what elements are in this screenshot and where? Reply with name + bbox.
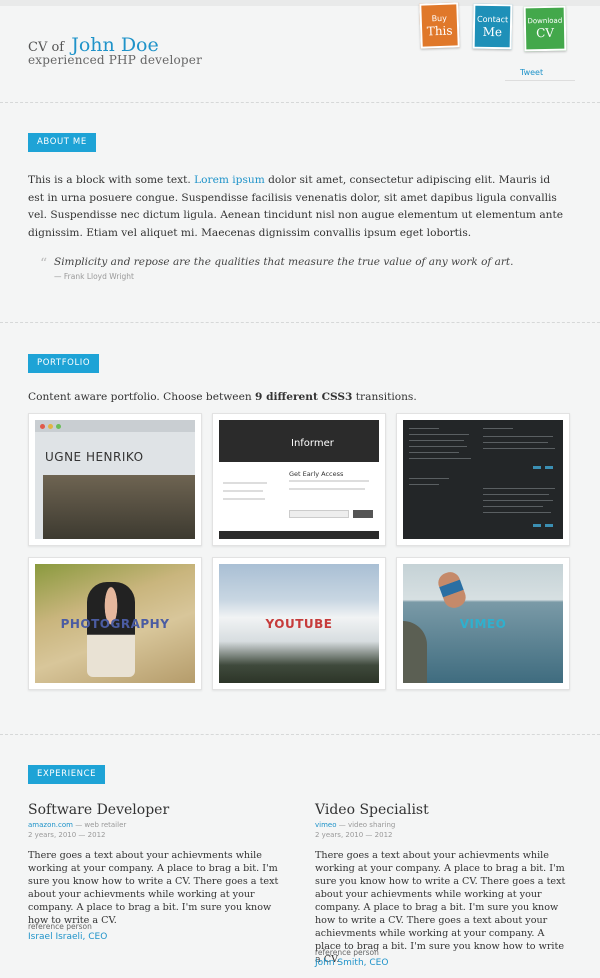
portfolio-item-photography[interactable]: PHOTOGRAPHY bbox=[28, 557, 202, 690]
text-line bbox=[409, 428, 439, 429]
henriko-thumbnail: UGNE HENRIKO bbox=[35, 420, 195, 539]
text-line bbox=[409, 434, 469, 435]
about-text: This is a block with some text. Lorem ip… bbox=[28, 172, 568, 242]
informer-footer bbox=[219, 531, 379, 539]
text-line bbox=[483, 500, 553, 501]
reference-name-link[interactable]: Israel Israeli, CEO bbox=[28, 932, 107, 942]
youtube-thumbnail: YOUTUBE bbox=[219, 564, 379, 683]
informer-cta: Get Early Access bbox=[289, 470, 344, 478]
reference-label: reference person bbox=[28, 922, 92, 931]
photography-caption: PHOTOGRAPHY bbox=[60, 616, 170, 631]
contact-big-label: Me bbox=[482, 24, 503, 40]
job-period: 2 years, 2010 — 2012 bbox=[315, 831, 393, 839]
tweet-link[interactable]: Tweet bbox=[520, 68, 543, 77]
portfolio-intro-bold: 9 different CSS3 bbox=[255, 391, 353, 403]
job-title: Video Specialist bbox=[315, 802, 429, 818]
text-line bbox=[483, 506, 543, 507]
portfolio-intro: Content aware portfolio. Choose between … bbox=[28, 391, 417, 403]
portfolio-item-youtube[interactable]: YOUTUBE bbox=[212, 557, 386, 690]
job-role: — web retailer bbox=[72, 821, 127, 829]
text-line bbox=[289, 480, 369, 482]
experience-label: EXPERIENCE bbox=[28, 765, 106, 784]
text-line bbox=[483, 448, 555, 449]
buy-small-label: Buy bbox=[431, 13, 448, 24]
text-line bbox=[483, 512, 551, 513]
portfolio-item-informer[interactable]: Informer Get Early Access bbox=[212, 413, 386, 546]
text-line bbox=[409, 478, 449, 479]
text-line bbox=[289, 488, 365, 490]
text-line bbox=[483, 488, 555, 489]
contact-me-button[interactable]: Contact Me bbox=[472, 3, 513, 50]
job-period: 2 years, 2010 — 2012 bbox=[28, 831, 106, 839]
portfolio-item-dark-site[interactable] bbox=[396, 413, 570, 546]
jumper-figure bbox=[435, 569, 469, 611]
job-description: There goes a text about your achievments… bbox=[28, 850, 279, 926]
tweet-divider bbox=[505, 80, 575, 81]
youtube-caption: YOUTUBE bbox=[265, 616, 333, 631]
reference-label: reference person bbox=[315, 948, 379, 957]
vimeo-caption: VIMEO bbox=[459, 616, 507, 631]
text-line bbox=[483, 428, 513, 429]
job-title: Software Developer bbox=[28, 802, 170, 818]
reference-name-link[interactable]: John Smith, CEO bbox=[315, 958, 388, 968]
portfolio-label: PORTFOLIO bbox=[28, 354, 100, 373]
buy-big-label: This bbox=[426, 23, 453, 39]
text-line bbox=[409, 458, 471, 459]
job-company-link[interactable]: amazon.com bbox=[28, 821, 73, 829]
text-line bbox=[409, 484, 439, 485]
tagline: experienced PHP developer bbox=[28, 53, 203, 67]
quote-icon: “ bbox=[40, 256, 48, 272]
accent-mark bbox=[533, 524, 541, 527]
portfolio-intro-end: transitions. bbox=[352, 391, 417, 403]
portfolio-intro-start: Content aware portfolio. Choose between bbox=[28, 391, 256, 403]
informer-thumbnail: Informer Get Early Access bbox=[219, 420, 379, 539]
quote-author: — Frank Lloyd Wright bbox=[54, 272, 134, 281]
text-line bbox=[409, 452, 459, 453]
job-meta: vimeo — video sharing 2 years, 2010 — 20… bbox=[315, 820, 395, 840]
download-big-label: CV bbox=[536, 25, 555, 41]
page-header: CV of John Doe experienced PHP developer… bbox=[0, 0, 600, 102]
accent-mark bbox=[545, 524, 553, 527]
close-dot-icon bbox=[40, 424, 45, 429]
about-link[interactable]: Lorem ipsum bbox=[194, 174, 265, 186]
henriko-photo bbox=[43, 475, 195, 539]
download-small-label: Download bbox=[527, 16, 563, 26]
section-divider bbox=[0, 322, 600, 323]
text-line bbox=[223, 482, 267, 484]
submit-mock bbox=[353, 510, 373, 518]
section-divider bbox=[0, 102, 600, 103]
informer-logo: Informer bbox=[291, 438, 334, 449]
about-text-start: This is a block with some text. bbox=[28, 174, 195, 186]
accent-mark bbox=[533, 466, 541, 469]
download-cv-button[interactable]: Download CV bbox=[523, 5, 567, 52]
section-divider bbox=[0, 734, 600, 735]
photography-thumbnail: PHOTOGRAPHY bbox=[35, 564, 195, 683]
maximize-dot-icon bbox=[56, 424, 61, 429]
vimeo-thumbnail: VIMEO bbox=[403, 564, 563, 683]
text-line bbox=[409, 446, 467, 447]
dark-site-thumbnail bbox=[403, 420, 563, 539]
job-role: — video sharing bbox=[336, 821, 396, 829]
portfolio-item-henriko[interactable]: UGNE HENRIKO bbox=[28, 413, 202, 546]
text-line bbox=[223, 490, 263, 492]
henriko-brand: UGNE HENRIKO bbox=[45, 450, 144, 464]
text-line bbox=[483, 494, 549, 495]
text-line bbox=[409, 440, 464, 441]
job-company-link[interactable]: vimeo bbox=[315, 821, 337, 829]
portfolio-item-vimeo[interactable]: VIMEO bbox=[396, 557, 570, 690]
text-line bbox=[223, 498, 265, 500]
quote-text: Simplicity and repose are the qualities … bbox=[54, 256, 514, 268]
job-meta: amazon.com — web retailer 2 years, 2010 … bbox=[28, 820, 126, 840]
text-line bbox=[483, 442, 548, 443]
text-line bbox=[483, 436, 553, 437]
minimize-dot-icon bbox=[48, 424, 53, 429]
buy-this-button[interactable]: Buy This bbox=[419, 2, 460, 49]
email-input-mock bbox=[289, 510, 349, 518]
accent-mark bbox=[545, 466, 553, 469]
about-label: ABOUT ME bbox=[28, 133, 96, 152]
contact-small-label: Contact bbox=[476, 14, 509, 25]
